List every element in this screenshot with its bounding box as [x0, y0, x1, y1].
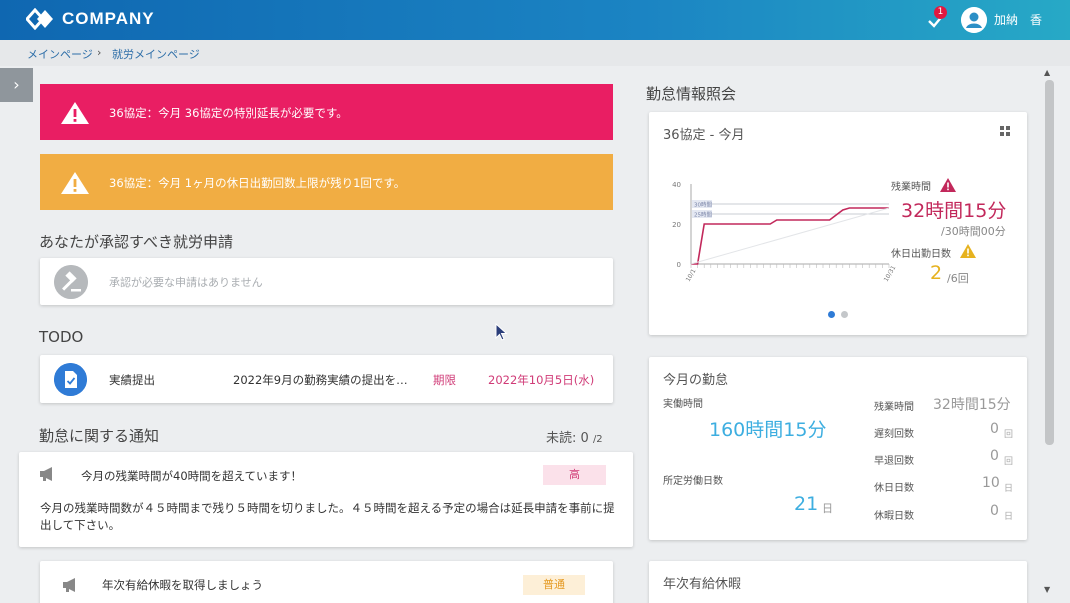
approval-empty-text: 承認が必要な申請はありません	[109, 276, 263, 289]
overtime-chart: 0 20 40 10/1 10/31 30時間 25時間	[672, 181, 898, 283]
unread-count: 未読: 0 /2	[546, 427, 603, 446]
scroll-up-arrow-icon[interactable]: ▲	[1044, 68, 1050, 77]
stat-overtime-label: 残業時間	[874, 402, 914, 413]
mouse-cursor-icon	[495, 323, 508, 341]
overtime-value: 32時間15分	[901, 200, 1007, 222]
monthly-attendance-card: 今月の勤怠 実働時間 160時間15分 所定労働日数 21 日 残業時間 32時…	[649, 357, 1027, 540]
reference-label: 30時間	[694, 201, 712, 209]
stat-holiday-days-unit: 日	[1004, 484, 1014, 494]
priority-badge: 普通	[523, 575, 585, 595]
series-line	[690, 207, 890, 265]
annual-leave-title: 年次有給休暇	[663, 577, 742, 592]
actual-work-label: 実働時間	[663, 399, 703, 410]
stat-leave-days-value: 0	[990, 503, 999, 519]
stat-early-leave-unit: 回	[1004, 457, 1014, 467]
stat-holiday-days-value: 10	[982, 475, 1000, 491]
breadcrumb-separator: ›	[97, 46, 102, 59]
attendance-info-title: 勤怠情報照会	[646, 85, 737, 103]
notification-badge: 1	[934, 6, 947, 19]
priority-badge: 高	[543, 465, 606, 485]
alert-holiday-work[interactable]: 36協定：今月 1ヶ月の休日出勤回数上限が残り1回です。	[40, 154, 613, 210]
alert-overtime-extension[interactable]: 36協定：今月 36協定の特別延長が必要です。	[40, 84, 613, 140]
carousel-dot-active[interactable]	[828, 311, 835, 318]
carousel-dot[interactable]	[841, 311, 848, 318]
grid-menu-icon[interactable]	[1000, 126, 1010, 136]
notices-section-title: 勤怠に関する通知	[39, 427, 160, 445]
notice-title: 今月の残業時間が40時間を超えています！	[81, 469, 303, 483]
y-tick-label: 0	[677, 261, 681, 269]
scroll-down-arrow-icon[interactable]: ▼	[1044, 585, 1050, 594]
reference-label: 25時間	[694, 211, 712, 219]
todo-deadline-date: 2022年10月5日(水)	[488, 373, 595, 387]
megaphone-icon	[40, 467, 52, 481]
warning-icon	[61, 172, 89, 194]
scheduled-days-value: 21	[794, 493, 819, 515]
user-name[interactable]: 加納 香	[994, 11, 1042, 28]
stat-holiday-days-label: 休日日数	[874, 483, 914, 494]
scheduled-days-label: 所定労働日数	[663, 476, 723, 487]
approval-empty-card: 承認が必要な申請はありません	[40, 258, 613, 305]
y-tick-label: 40	[672, 181, 681, 189]
agreement-36-card: 36協定 - 今月 0 20 40 10/1 10/31 30時間 25時間 残業時間 32…	[649, 112, 1027, 335]
x-tick-label: 10/31	[883, 264, 898, 283]
stat-early-leave-value: 0	[990, 448, 999, 464]
todo-description: 2022年9月の勤務実績の提出を…	[233, 373, 408, 387]
logo-icon	[26, 8, 53, 30]
warning-icon	[960, 244, 976, 258]
x-tick-label: 10/1	[685, 268, 698, 283]
stat-leave-days-label: 休暇日数	[874, 511, 914, 522]
document-check-icon	[54, 363, 87, 396]
company-logo[interactable]: COMPANY	[26, 8, 155, 30]
todo-section-title: TODO	[39, 328, 84, 346]
holiday-work-label: 休日出勤日数	[891, 249, 951, 260]
notice-item[interactable]: 今月の残業時間が40時間を超えています！ 高 今月の残業時間数が４５時間まで残り…	[19, 452, 633, 547]
stat-leave-days-unit: 日	[1004, 512, 1014, 522]
breadcrumb-home[interactable]: メインページ	[27, 46, 93, 62]
unread-count-value: 未読: 0	[546, 431, 589, 446]
logo-text: COMPANY	[62, 9, 155, 28]
holiday-work-value: 2	[930, 262, 943, 284]
y-tick-label: 20	[672, 221, 681, 229]
breadcrumb: メインページ › 就労メインページ	[0, 40, 1070, 66]
warning-icon	[940, 178, 956, 192]
overtime-label: 残業時間	[891, 182, 931, 193]
notice-title: 年次有給休暇を取得しましょう	[102, 578, 263, 592]
megaphone-icon	[63, 578, 75, 592]
todo-label: 実績提出	[109, 373, 155, 387]
annual-leave-card: 年次有給休暇	[649, 561, 1027, 603]
todo-deadline-label: 期限	[433, 373, 456, 387]
todo-item[interactable]: 実績提出 2022年9月の勤務実績の提出を… 期限 2022年10月5日(水)	[40, 355, 613, 403]
stat-overtime-value: 32時間15分	[933, 397, 1011, 413]
chevron-right-icon: ›	[13, 75, 20, 94]
holiday-work-limit: /6回	[947, 272, 969, 285]
actual-work-value: 160時間15分	[709, 419, 827, 441]
top-bar: COMPANY 1 加納 香	[0, 0, 1070, 40]
monthly-card-title: 今月の勤怠	[663, 373, 729, 388]
notice-item[interactable]: 年次有給休暇を取得しましょう 普通	[40, 561, 613, 603]
warning-icon	[61, 102, 89, 124]
approval-section-title: あなたが承認すべき就労申請	[39, 233, 233, 251]
alert-text: 36協定：今月 1ヶ月の休日出勤回数上限が残り1回です。	[109, 176, 406, 190]
scheduled-days-unit: 日	[822, 502, 833, 515]
overtime-limit: /30時間00分	[941, 225, 1006, 238]
scrollbar-thumb[interactable]	[1045, 80, 1054, 445]
stat-late-unit: 回	[1004, 430, 1014, 440]
notice-body: 今月の残業時間数が４５時間まで残り５時間を切りました。４５時間を超える予定の場合…	[40, 501, 615, 532]
alert-text: 36協定：今月 36協定の特別延長が必要です。	[109, 106, 348, 120]
agreement-card-title: 36協定 - 今月	[663, 128, 745, 143]
stat-late-value: 0	[990, 421, 999, 437]
stat-late-label: 遅刻回数	[874, 429, 914, 440]
sidebar-toggle-button[interactable]: ›	[0, 68, 33, 102]
breadcrumb-current[interactable]: 就労メインページ	[112, 46, 200, 62]
stat-early-leave-label: 早退回数	[874, 456, 914, 467]
unread-count-total: /2	[592, 434, 603, 445]
gavel-icon	[54, 265, 88, 299]
user-avatar-icon[interactable]	[961, 7, 987, 33]
